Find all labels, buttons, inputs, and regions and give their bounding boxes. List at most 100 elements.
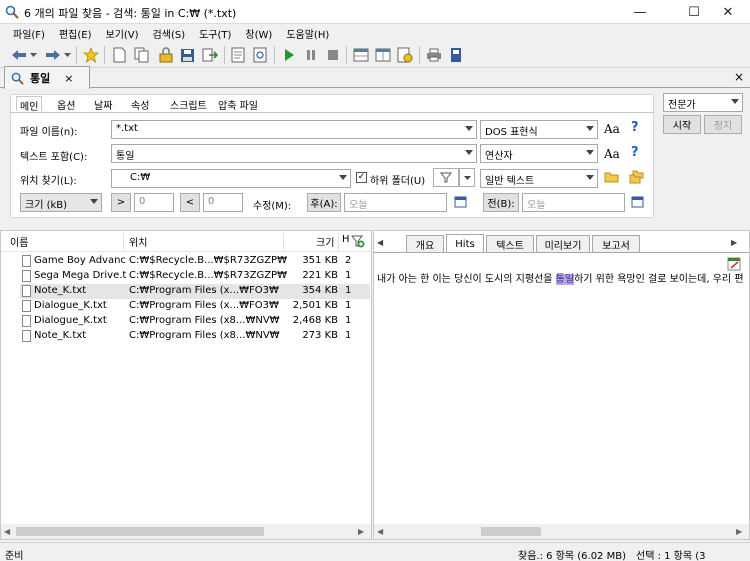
play-icon[interactable] (280, 46, 298, 64)
folders-icon[interactable] (629, 170, 644, 187)
before-button[interactable]: 전(B): (483, 193, 519, 212)
file-icon (22, 270, 31, 282)
menu-window[interactable]: 창(W) (238, 26, 279, 41)
stop-icon[interactable] (324, 46, 342, 64)
size-greater-button[interactable]: > (111, 193, 131, 212)
close-button[interactable]: ✕ (706, 0, 750, 24)
pause-icon[interactable] (302, 46, 320, 64)
toolbar-separator (346, 46, 347, 64)
cell-size: 354 KB (302, 285, 338, 296)
after-button[interactable]: 후(A): (307, 193, 341, 212)
preview-icon[interactable] (251, 46, 269, 64)
text-contains-input[interactable]: 통일 (111, 144, 477, 163)
tab-scroll-right-icon[interactable]: ▶ (731, 238, 737, 247)
subtab-main[interactable]: 메인 (16, 96, 43, 113)
scroll-right-icon[interactable]: ▶ (736, 527, 742, 536)
tab-preview[interactable]: 미리보기 (536, 235, 590, 252)
hit-text-before: 내가 아는 한 이는 당신이 도시의 지평선을 (377, 274, 556, 285)
report-icon[interactable] (229, 46, 247, 64)
cell-name: Game Boy Advanc... (34, 255, 126, 266)
chevron-down-icon[interactable] (459, 168, 475, 187)
table-row[interactable]: Dialogue_K.txt C:₩Program Files (x8...₩N… (20, 314, 370, 329)
column-header-location[interactable]: 위치 (129, 234, 147, 250)
menu-edit[interactable]: 편집(E) (52, 26, 99, 41)
print-icon[interactable] (425, 46, 443, 64)
scroll-right-icon[interactable]: ▶ (358, 527, 364, 536)
filter-add-icon[interactable] (350, 235, 365, 251)
calendar-icon[interactable] (454, 195, 467, 211)
tab-scroll-left-icon[interactable]: ◀ (377, 238, 383, 247)
folder-icon[interactable] (604, 171, 619, 186)
text-type-select[interactable]: 일반 텍스트 (480, 169, 598, 188)
column-header-name[interactable]: 이름 (10, 234, 28, 250)
tab-hits[interactable]: Hits (446, 234, 484, 253)
export-icon[interactable] (201, 46, 219, 64)
close-icon[interactable]: × (734, 70, 744, 84)
column-header-size[interactable]: 크기 (316, 234, 334, 250)
table-row[interactable]: Sega Mega Drive.txt C:₩$Recycle.B...₩$R7… (20, 269, 370, 284)
filter-icon[interactable] (433, 168, 459, 187)
tab-close-icon[interactable]: × (64, 72, 73, 85)
cell-size: 2,501 KB (292, 300, 338, 311)
help-icon[interactable]: ? (631, 145, 639, 160)
scroll-thumb[interactable] (16, 527, 264, 536)
subtab-options[interactable]: 옵션 (57, 97, 75, 112)
subtab-date[interactable]: 날짜 (94, 97, 112, 112)
mode-select[interactable]: 전문가 (663, 93, 743, 112)
grid-icon[interactable] (374, 46, 392, 64)
case-sensitive-icon[interactable]: Aa (604, 147, 620, 161)
subfolders-checkbox[interactable]: ✓ (356, 172, 367, 183)
save-icon[interactable] (178, 46, 196, 64)
table-row[interactable]: Note_K.txt C:₩Program Files (x8...₩NV₩ 2… (20, 329, 370, 344)
scroll-left-icon[interactable]: ◀ (377, 527, 383, 536)
text-mode-select[interactable]: 연산자 (480, 144, 598, 163)
lock-icon[interactable] (157, 46, 175, 64)
scroll-left-icon[interactable]: ◀ (4, 527, 10, 536)
menu-file[interactable]: 파일(F) (6, 26, 52, 41)
star-icon[interactable] (82, 46, 100, 64)
filename-input[interactable]: *.txt (111, 120, 477, 139)
table-row[interactable]: Game Boy Advanc... C:₩$Recycle.B...₩$R73… (20, 254, 370, 269)
table-row[interactable]: Dialogue_K.txt C:₩Program Files (x...₩FO… (20, 299, 370, 314)
calendar-icon[interactable] (631, 195, 644, 211)
tab-report[interactable]: 보고서 (592, 235, 640, 252)
after-date-input[interactable]: 오늘 (344, 193, 447, 212)
stop-button[interactable]: 정지 (704, 115, 742, 134)
help-icon[interactable]: ? (631, 120, 639, 135)
size-greater-input[interactable]: 0 (134, 193, 174, 212)
chevron-down-icon[interactable] (62, 46, 72, 64)
new-file-icon[interactable] (110, 46, 128, 64)
subtab-archive[interactable]: 압축 파일 (218, 97, 258, 112)
size-less-button[interactable]: < (180, 193, 200, 212)
column-header-h[interactable]: H (342, 234, 350, 250)
tab-search-result[interactable]: 통일 × (4, 66, 90, 89)
filename-mode-select[interactable]: DOS 표현식 (480, 120, 598, 139)
menu-help[interactable]: 도움말(H) (279, 26, 336, 41)
layout-icon[interactable] (352, 46, 370, 64)
location-input[interactable]: C:₩ (111, 169, 351, 188)
chevron-down-icon[interactable] (28, 46, 38, 64)
start-button[interactable]: 시작 (663, 115, 701, 134)
tab-text[interactable]: 텍스트 (486, 235, 534, 252)
minimize-button[interactable]: — (618, 0, 662, 24)
size-mode-select[interactable]: 크기 (kB) (20, 193, 102, 212)
menu-tools[interactable]: 도구(T) (192, 26, 238, 41)
menu-view[interactable]: 보기(V) (99, 26, 146, 41)
properties-icon[interactable] (396, 46, 414, 64)
back-arrow-icon[interactable] (10, 46, 28, 64)
forward-arrow-icon[interactable] (44, 46, 62, 64)
hit-highlight: 통일 (555, 274, 575, 285)
case-sensitive-icon[interactable]: Aa (604, 122, 620, 136)
scroll-thumb[interactable] (481, 527, 541, 536)
copy-icon[interactable] (133, 46, 151, 64)
book-icon[interactable] (447, 46, 465, 64)
horizontal-scrollbar[interactable]: ◀ ▶ (1, 524, 371, 539)
before-date-input[interactable]: 오늘 (522, 193, 625, 212)
menu-search[interactable]: 검색(S) (146, 26, 193, 41)
table-row-selected[interactable]: Note_K.txt C:₩Program Files (x...₩FO3₩ 3… (20, 284, 370, 299)
subtab-script[interactable]: 스크립트 (170, 97, 207, 112)
horizontal-scrollbar[interactable]: ◀ ▶ (374, 524, 749, 539)
size-less-input[interactable]: 0 (203, 193, 243, 212)
tab-overview[interactable]: 개요 (406, 235, 444, 252)
subtab-attributes[interactable]: 속성 (131, 97, 149, 112)
